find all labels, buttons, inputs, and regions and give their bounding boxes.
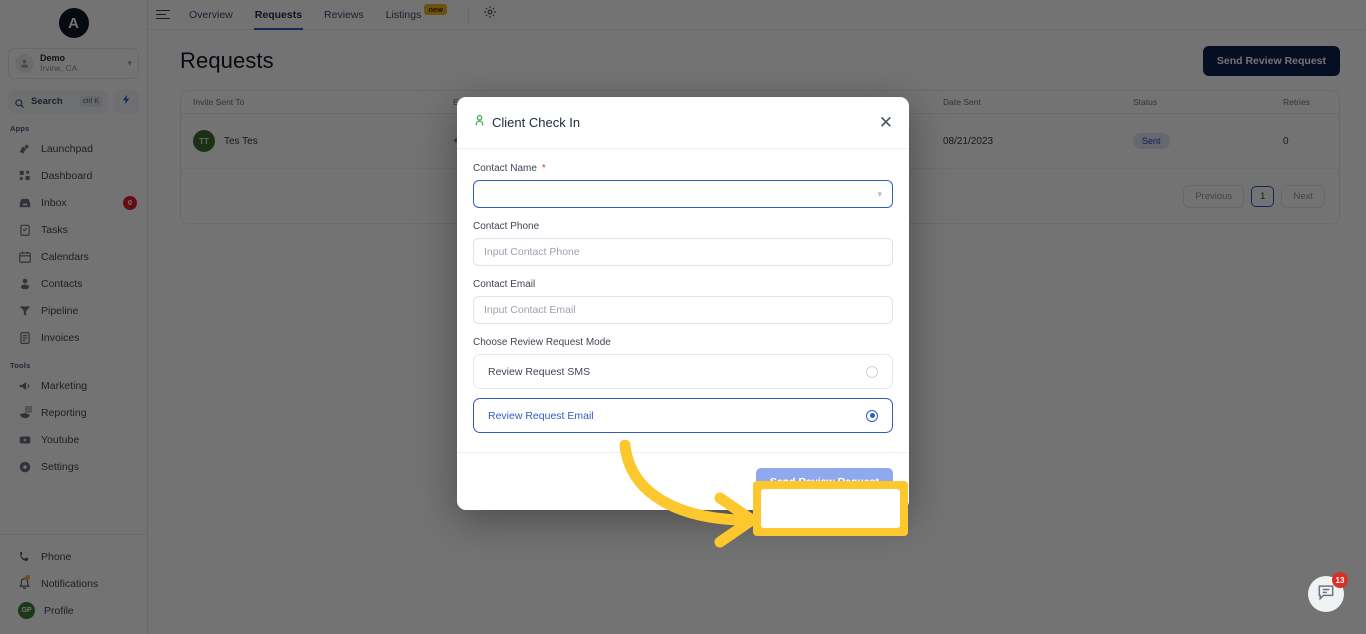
label-contact-email: Contact Email xyxy=(473,279,536,290)
label-contact-name: Contact Name * xyxy=(473,163,893,174)
chat-unread-badge: 13 xyxy=(1332,572,1348,588)
radio-sms[interactable] xyxy=(866,365,878,378)
field-contact-phone: Contact Phone Input Contact Phone xyxy=(473,221,893,266)
close-icon[interactable]: ✕ xyxy=(879,114,893,131)
mode-option-sms-label: Review Request SMS xyxy=(488,365,591,378)
annotation-arrow-icon xyxy=(619,440,758,548)
field-contact-email: Contact Email Input Contact Email xyxy=(473,279,893,324)
field-contact-name: Contact Name * ▾ xyxy=(473,163,893,208)
contact-phone-input[interactable]: Input Contact Phone xyxy=(473,238,893,266)
contact-email-input[interactable]: Input Contact Email xyxy=(473,296,893,324)
app-root: A Demo Irvine, CA ▾ Search ctrl K xyxy=(0,0,1366,634)
chat-widget-button[interactable]: 13 xyxy=(1308,572,1348,612)
label-contact-phone: Contact Phone xyxy=(473,221,540,232)
contact-name-select[interactable]: ▾ xyxy=(473,180,893,208)
label-contact-name-text: Contact Name xyxy=(473,163,537,174)
field-review-request-mode: Choose Review Request Mode Review Reques… xyxy=(473,337,893,433)
chevron-down-icon: ▾ xyxy=(877,188,882,199)
mode-option-sms[interactable]: Review Request SMS xyxy=(473,354,893,389)
modal-header: Client Check In ✕ xyxy=(457,97,909,149)
mode-option-email[interactable]: Review Request Email xyxy=(473,398,893,433)
mode-option-email-label: Review Request Email xyxy=(488,409,594,422)
contact-phone-placeholder: Input Contact Phone xyxy=(484,246,580,258)
required-marker: * xyxy=(541,163,546,174)
modal-title: Client Check In xyxy=(492,115,581,130)
radio-email[interactable] xyxy=(866,409,878,422)
person-icon xyxy=(473,114,486,132)
modal-body: Contact Name * ▾ Contact Phone Input Con… xyxy=(457,149,909,452)
label-review-request-mode: Choose Review Request Mode xyxy=(473,337,611,348)
contact-email-placeholder: Input Contact Email xyxy=(484,304,576,316)
